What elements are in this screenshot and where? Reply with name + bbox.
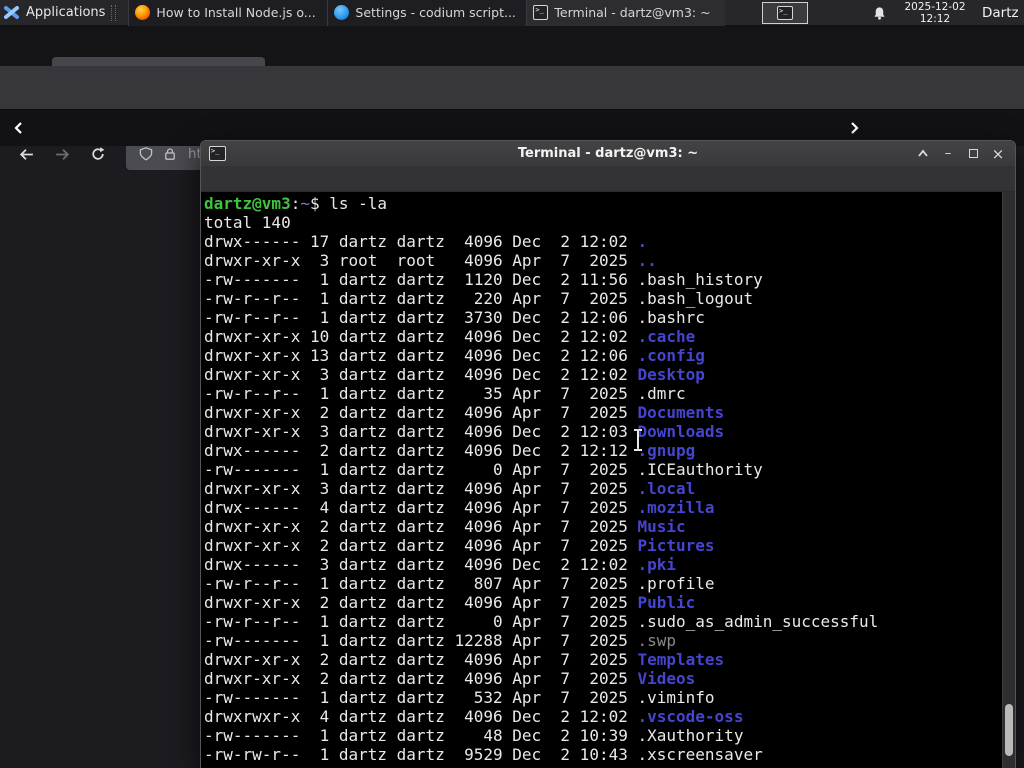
terminal-output-line: -rw-r--r-- 1 dartz dartz 35 Apr 7 2025 .… <box>204 384 686 403</box>
terminal-output-line: drwxr-xr-x 3 dartz dartz 4096 Dec 2 12:0… <box>204 365 705 384</box>
taskbar-window-button[interactable]: How to Install Node.js o... <box>128 0 328 26</box>
terminal-output-line: -rw------- 1 dartz dartz 0 Apr 7 2025 .I… <box>204 460 763 479</box>
terminal-output-line: drwxr-xr-x 2 dartz dartz 4096 Apr 7 2025… <box>204 593 696 612</box>
reload-icon <box>92 147 105 160</box>
subnav-scroll-left-button[interactable] <box>12 121 26 135</box>
terminal-output-line: drwxr-xr-x 2 dartz dartz 4096 Apr 7 2025… <box>204 650 725 669</box>
terminal-menu-item[interactable] <box>257 176 277 182</box>
terminal-menu-item[interactable] <box>281 176 301 182</box>
terminal-output-line: -rw-r--r-- 1 dartz dartz 220 Apr 7 2025 … <box>204 289 754 308</box>
window-button-label: Settings - codium script... <box>355 5 516 20</box>
clock-time: 12:12 <box>919 13 951 25</box>
terminal-output-line: -rw-r--r-- 1 dartz dartz 807 Apr 7 2025 … <box>204 574 715 593</box>
taskbar-window-button[interactable]: Settings - codium script... <box>327 0 527 26</box>
chevron-up-icon <box>918 149 928 157</box>
window-icon <box>533 5 549 20</box>
panel-clock: 2025-12-02 12:12 <box>892 1 978 25</box>
terminal-maximize-button[interactable] <box>963 144 983 163</box>
terminal-output-line: drwx------ 4 dartz dartz 4096 Apr 7 2025… <box>204 498 715 517</box>
terminal-menu-item[interactable] <box>209 176 229 182</box>
terminal-output-line: drwx------ 17 dartz dartz 4096 Dec 2 12:… <box>204 232 648 251</box>
prompt-cwd: ~ <box>300 194 310 213</box>
panel-handle <box>111 4 117 21</box>
terminal-shade-button[interactable] <box>913 144 933 163</box>
close-icon: × <box>991 144 1005 163</box>
maximize-icon <box>968 149 978 158</box>
terminal-app-icon <box>209 146 226 161</box>
workspace-terminal-icon <box>777 6 793 20</box>
applications-menu-button[interactable]: Applications <box>0 0 128 26</box>
terminal-output-line: drwxr-xr-x 2 dartz dartz 4096 Apr 7 2025… <box>204 669 696 688</box>
clock-date: 2025-12-02 <box>904 1 966 13</box>
terminal-output-lines: total 140 drwx------ 17 dartz dartz 4096 … <box>204 213 1015 764</box>
terminal-output-line: drwxr-xr-x 2 dartz dartz 4096 Apr 7 2025… <box>204 536 715 555</box>
terminal-output-line: -rw------- 1 dartz dartz 1120 Dec 2 11:5… <box>204 270 763 289</box>
terminal-output-line: drwxr-xr-x 10 dartz dartz 4096 Dec 2 12:… <box>204 327 696 346</box>
terminal-minimize-button[interactable]: – <box>938 144 958 163</box>
terminal-output-line: -rw------- 1 dartz dartz 532 Apr 7 2025 … <box>204 688 715 707</box>
terminal-window-title: Terminal - dartz@vm3: ~ <box>517 146 699 161</box>
applications-label: Applications <box>26 5 106 20</box>
terminal-prompt-line: dartz@vm3:~$ ls -la <box>204 194 1015 213</box>
terminal-menu-item[interactable] <box>329 176 349 182</box>
terminal-menubar <box>201 166 1015 192</box>
top-panel: Applications How to Install Node.js o...… <box>0 0 1024 26</box>
subnav-scroll-right-button[interactable] <box>848 121 862 135</box>
desktop: Applications How to Install Node.js o...… <box>0 0 1024 768</box>
panel-right: 2025-12-02 12:12 Dartz <box>866 0 1024 26</box>
terminal-menu-item[interactable] <box>233 176 253 182</box>
workspace-pager[interactable] <box>762 2 808 24</box>
applications-icon <box>4 5 19 19</box>
chevron-right-icon <box>851 122 859 134</box>
terminal-output-line: -rw-rw-r-- 1 dartz dartz 9529 Dec 2 10:4… <box>204 745 763 764</box>
window-button-list: How to Install Node.js o... Settings - c… <box>128 0 726 26</box>
browser-toolbar: https://www.geeksforgeeks.org/node-js/in… <box>0 66 1024 170</box>
chevron-left-icon <box>14 122 22 134</box>
browser-tab-bar: ∞ How to Install Node.js on × + – × <box>0 26 1024 91</box>
terminal-close-button[interactable]: × <box>988 144 1008 163</box>
terminal-output-line: -rw------- 1 dartz dartz 12288 Apr 7 202… <box>204 631 677 650</box>
minimize-icon: – <box>944 146 952 161</box>
terminal-output-line: drwxrwxr-x 4 dartz dartz 4096 Dec 2 12:0… <box>204 707 744 726</box>
back-icon <box>19 148 33 160</box>
terminal-output-line: drwxr-xr-x 2 dartz dartz 4096 Apr 7 2025… <box>204 403 725 422</box>
window-icon <box>334 5 350 20</box>
forward-icon <box>55 148 69 160</box>
bell-icon <box>873 6 885 20</box>
terminal-output-line: -rw-r--r-- 1 dartz dartz 3730 Dec 2 12:0… <box>204 308 705 327</box>
terminal-output-line: drwxr-xr-x 3 root root 4096 Apr 7 2025 .… <box>204 251 657 270</box>
window-button-label: How to Install Node.js o... <box>156 5 316 20</box>
terminal-menu-item[interactable] <box>305 176 325 182</box>
terminal-output-line: total 140 <box>204 213 291 232</box>
terminal-output-line: drwxr-xr-x 13 dartz dartz 4096 Dec 2 12:… <box>204 346 705 365</box>
prompt-command: ls -la <box>329 194 388 213</box>
taskbar-window-button[interactable]: Terminal - dartz@vm3: ~ <box>526 0 726 26</box>
terminal-output-line: drwxr-xr-x 3 dartz dartz 4096 Dec 2 12:0… <box>204 422 725 441</box>
terminal-output-line: -rw-r--r-- 1 dartz dartz 0 Apr 7 2025 .s… <box>204 612 879 631</box>
panel-username: Dartz <box>982 5 1019 21</box>
scrollbar-thumb[interactable] <box>1005 704 1013 756</box>
terminal-output-area[interactable]: dartz@vm3:~$ ls -la total 140 drwx------ … <box>201 192 1015 768</box>
terminal-output-line: drwxr-xr-x 3 dartz dartz 4096 Apr 7 2025… <box>204 479 696 498</box>
terminal-output-line: -rw------- 1 dartz dartz 48 Dec 2 10:39 … <box>204 726 744 745</box>
terminal-titlebar[interactable]: Terminal - dartz@vm3: ~ – × <box>201 141 1015 166</box>
terminal-output-line: drwx------ 3 dartz dartz 4096 Dec 2 12:0… <box>204 555 677 574</box>
terminal-window: Terminal - dartz@vm3: ~ – × dartz@vm3:~$… <box>200 140 1016 768</box>
prompt-separator: : <box>290 194 301 213</box>
terminal-output-line: drwxr-xr-x 2 dartz dartz 4096 Apr 7 2025… <box>204 517 686 536</box>
terminal-output-line: drwx------ 2 dartz dartz 4096 Dec 2 12:1… <box>204 441 696 460</box>
notifications-button[interactable] <box>866 0 892 26</box>
prompt-symbol: $ <box>309 194 320 213</box>
window-icon <box>135 5 151 20</box>
prompt-user-host: dartz@vm3 <box>204 194 291 213</box>
terminal-scrollbar[interactable] <box>1002 192 1015 768</box>
window-button-label: Terminal - dartz@vm3: ~ <box>554 5 711 20</box>
